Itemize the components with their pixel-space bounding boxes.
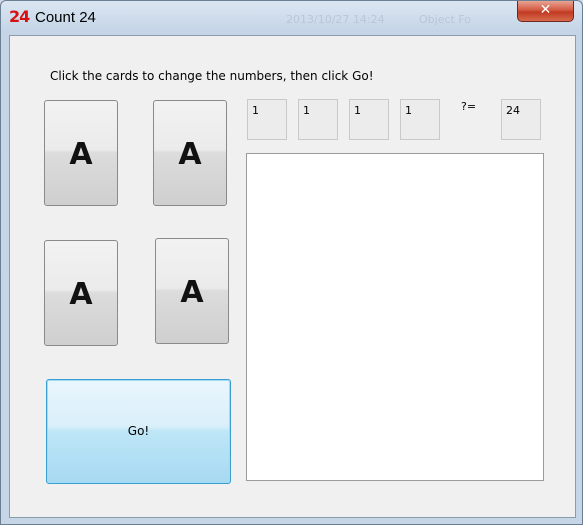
instruction-text: Click the cards to change the numbers, t… <box>50 69 374 83</box>
target-field: 24 <box>501 99 541 140</box>
card-2-button[interactable]: A <box>153 100 227 206</box>
card-1-button[interactable]: A <box>44 100 118 206</box>
close-button[interactable]: ✕ <box>517 1 574 22</box>
card-3-label: A <box>69 277 93 312</box>
number-2-field: 1 <box>298 99 338 140</box>
window-title: Count 24 <box>35 9 96 26</box>
number-1-field: 1 <box>247 99 287 140</box>
card-3-button[interactable]: A <box>44 240 118 346</box>
number-4-field: 1 <box>400 99 440 140</box>
client-area: Click the cards to change the numbers, t… <box>9 35 576 518</box>
card-1-label: A <box>69 137 93 172</box>
app-window: 2013/10/27 14:24 Object Fo 24 Count 24 ✕… <box>0 0 583 525</box>
card-4-button[interactable]: A <box>155 238 229 344</box>
go-button[interactable]: Go! <box>46 379 231 484</box>
card-4-label: A <box>180 275 204 310</box>
title-bar[interactable]: 2013/10/27 14:24 Object Fo 24 Count 24 ✕ <box>1 1 582 35</box>
number-3-field: 1 <box>349 99 389 140</box>
equals-label: ?= <box>461 100 477 113</box>
card-2-label: A <box>178 137 202 172</box>
app-logo-icon: 24 <box>9 7 30 26</box>
result-textarea[interactable] <box>246 153 544 481</box>
background-ghost-text: 2013/10/27 14:24 <box>286 13 385 26</box>
background-ghost-text: Object Fo <box>419 13 471 26</box>
